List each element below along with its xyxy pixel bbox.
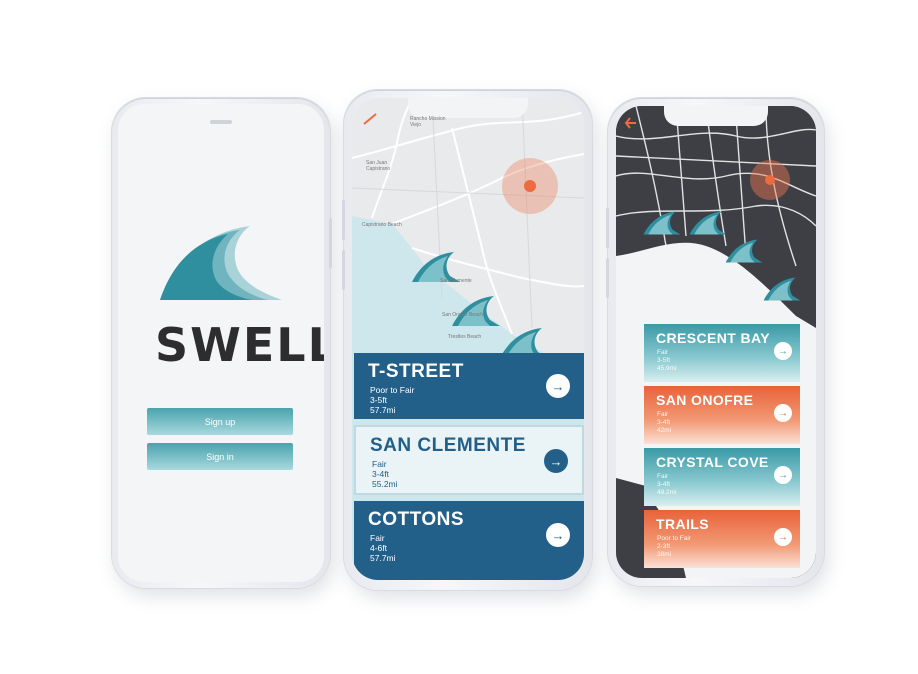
- arrow-right-icon[interactable]: →: [774, 528, 792, 546]
- spot-details: Poor to Fair 2-3ft 38mi: [657, 535, 691, 559]
- surf-spot-marker-icon[interactable]: [450, 294, 502, 328]
- spot-height: 3-4ft: [657, 481, 671, 488]
- phone-splash: SWELL Sign up Sign in: [112, 98, 332, 588]
- arrow-right-icon[interactable]: →: [774, 342, 792, 360]
- spot-card[interactable]: TRAILS Poor to Fair 2-3ft 38mi →: [644, 510, 800, 568]
- speaker: [210, 120, 232, 124]
- spot-name: CRYSTAL COVE: [656, 454, 769, 470]
- surf-spot-marker-icon[interactable]: [724, 238, 764, 264]
- side-button: [606, 208, 609, 248]
- notch: [408, 98, 528, 118]
- current-location-dot: [524, 180, 536, 192]
- spot-height: 3-5ft: [370, 395, 388, 405]
- spot-card[interactable]: SAN CLEMENTE Fair 3-4ft 55.2mi →: [354, 425, 584, 495]
- spot-quality: Fair: [657, 473, 669, 480]
- spot-name: COTTONS: [368, 509, 465, 530]
- side-button: [329, 218, 332, 268]
- surf-spot-marker-icon[interactable]: [762, 276, 802, 302]
- spot-distance: 57.7mi: [370, 553, 396, 563]
- surf-spot-marker-icon[interactable]: [642, 210, 682, 236]
- signin-button[interactable]: Sign in: [147, 443, 293, 470]
- spot-details: Fair 3-4ft 42mi: [657, 411, 671, 435]
- current-location-dot: [765, 175, 775, 185]
- back-arrow-icon[interactable]: [362, 112, 378, 126]
- phone-dark-map-list: CRESCENT BAY Fair 3-5ft 45.9mi → SAN ONOFR…: [606, 98, 824, 586]
- spot-quality: Fair: [370, 533, 385, 543]
- spot-card[interactable]: CRESCENT BAY Fair 3-5ft 45.9mi →: [644, 324, 800, 382]
- map-label: Capistrano Beach: [362, 222, 402, 228]
- spot-name: SAN ONOFRE: [656, 392, 754, 408]
- arrow-right-icon[interactable]: →: [546, 374, 570, 398]
- map-list-screen: Rancho Mission Viejo San Juan Capistrano…: [352, 98, 584, 580]
- spot-distance: 57.7mi: [370, 405, 396, 415]
- spot-name: T-STREET: [368, 361, 464, 382]
- map-label: San Juan Capistrano: [366, 160, 391, 172]
- spot-quality: Fair: [372, 459, 387, 469]
- spot-details: Fair 3-5ft 45.9mi: [657, 349, 677, 373]
- spot-distance: 45.9mi: [657, 365, 677, 372]
- spot-quality: Poor to Fair: [657, 535, 691, 542]
- spot-details: Fair 3-4ft 49.2mi: [657, 473, 677, 497]
- arrow-right-icon[interactable]: →: [546, 523, 570, 547]
- spot-card[interactable]: CRYSTAL COVE Fair 3-4ft 49.2mi →: [644, 448, 800, 506]
- spot-distance: 49.2mi: [657, 489, 677, 496]
- phone-map-list: Rancho Mission Viejo San Juan Capistrano…: [342, 90, 592, 590]
- splash-screen: SWELL Sign up Sign in: [118, 104, 324, 582]
- side-button: [606, 258, 609, 298]
- spot-distance: 38mi: [657, 551, 672, 558]
- map-label: Trestles Beach: [448, 334, 482, 340]
- spot-quality: Fair: [657, 349, 669, 356]
- dark-map-screen: CRESCENT BAY Fair 3-5ft 45.9mi → SAN ONOFR…: [616, 106, 816, 578]
- surf-spot-marker-icon[interactable]: [688, 210, 728, 236]
- arrow-right-icon[interactable]: →: [774, 466, 792, 484]
- spot-height: 4-6ft: [370, 543, 388, 553]
- spot-distance: 42mi: [657, 427, 672, 434]
- map-label: San Onofre Beach: [442, 312, 484, 318]
- swell-wave-logo-icon: [160, 226, 282, 300]
- spot-card[interactable]: COTTONS Fair 4-6ft 57.7mi →: [354, 501, 584, 580]
- spot-height: 2-3ft: [657, 543, 671, 550]
- signup-button[interactable]: Sign up: [147, 408, 293, 435]
- spot-name: CRESCENT BAY: [656, 330, 770, 346]
- app-title: SWELL: [155, 318, 324, 372]
- spot-card[interactable]: T-STREET Poor to Fair 3-5ft 57.7mi →: [354, 353, 584, 419]
- arrow-right-icon[interactable]: →: [774, 404, 792, 422]
- back-arrow-icon[interactable]: [624, 116, 638, 130]
- spot-distance: 55.2mi: [372, 479, 398, 489]
- spot-height: 3-4ft: [657, 419, 671, 426]
- side-button: [342, 200, 345, 240]
- spot-height: 3-4ft: [372, 469, 390, 479]
- map-label: San Clemente: [440, 278, 472, 284]
- map-label: Rancho Mission Viejo: [410, 116, 446, 128]
- spot-height: 3-5ft: [657, 357, 671, 364]
- side-button: [342, 250, 345, 290]
- spot-card[interactable]: SAN ONOFRE Fair 3-4ft 42mi →: [644, 386, 800, 444]
- spot-quality: Poor to Fair: [370, 385, 415, 395]
- notch: [664, 106, 768, 126]
- spot-name: TRAILS: [656, 516, 709, 532]
- arrow-right-icon[interactable]: →: [544, 449, 568, 473]
- spot-name: SAN CLEMENTE: [370, 435, 526, 456]
- spot-quality: Fair: [657, 411, 669, 418]
